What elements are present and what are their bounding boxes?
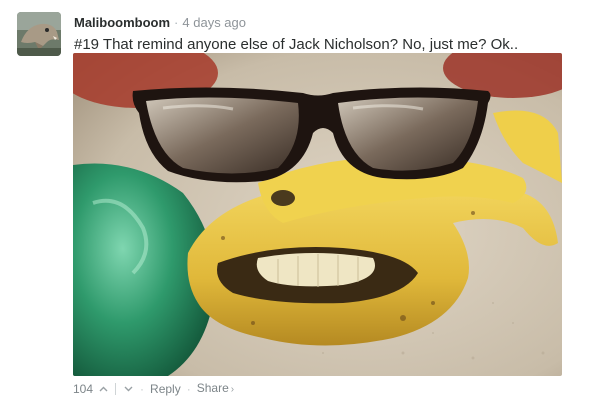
separator-dot: · — [140, 382, 145, 396]
comment-image[interactable] — [73, 53, 562, 376]
avatar-image — [17, 12, 61, 56]
chevron-down-icon[interactable] — [122, 383, 134, 395]
vote-divider — [115, 383, 117, 395]
comment-footer: 104 · Reply · Share › — [73, 381, 234, 397]
username-link[interactable]: Maliboomboom — [74, 15, 170, 30]
comment-text: #19 That remind anyone else of Jack Nich… — [74, 36, 519, 53]
share-button[interactable]: Share › — [197, 381, 234, 397]
share-label: Share — [196, 381, 229, 395]
comment-header: Maliboomboom · 4 days ago — [74, 15, 246, 31]
chevron-up-icon[interactable] — [97, 383, 109, 395]
banana-sunglasses-photo — [73, 53, 562, 376]
avatar[interactable] — [17, 12, 61, 56]
reply-button[interactable]: Reply — [150, 382, 181, 396]
separator-dot: · — [186, 382, 191, 396]
vote-count: 104 — [73, 382, 94, 396]
timestamp[interactable]: 4 days ago — [182, 15, 246, 30]
separator: · — [174, 15, 179, 30]
chevron-right-icon: › — [230, 384, 235, 395]
